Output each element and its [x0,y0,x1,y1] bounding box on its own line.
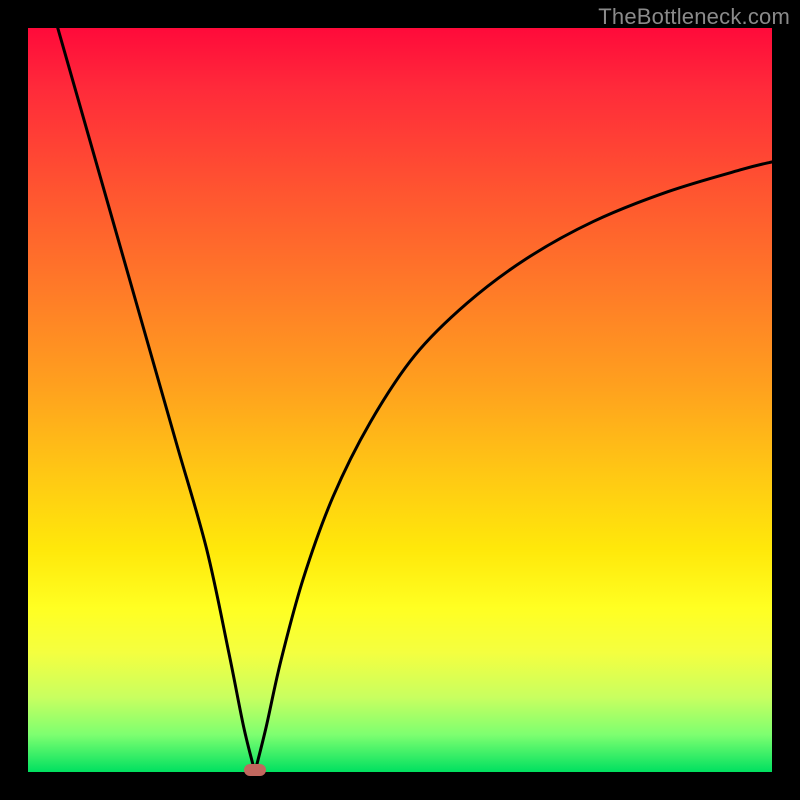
bottleneck-curve [28,28,772,772]
minimum-marker [244,764,266,776]
plot-area [28,28,772,772]
watermark-text: TheBottleneck.com [598,4,790,30]
